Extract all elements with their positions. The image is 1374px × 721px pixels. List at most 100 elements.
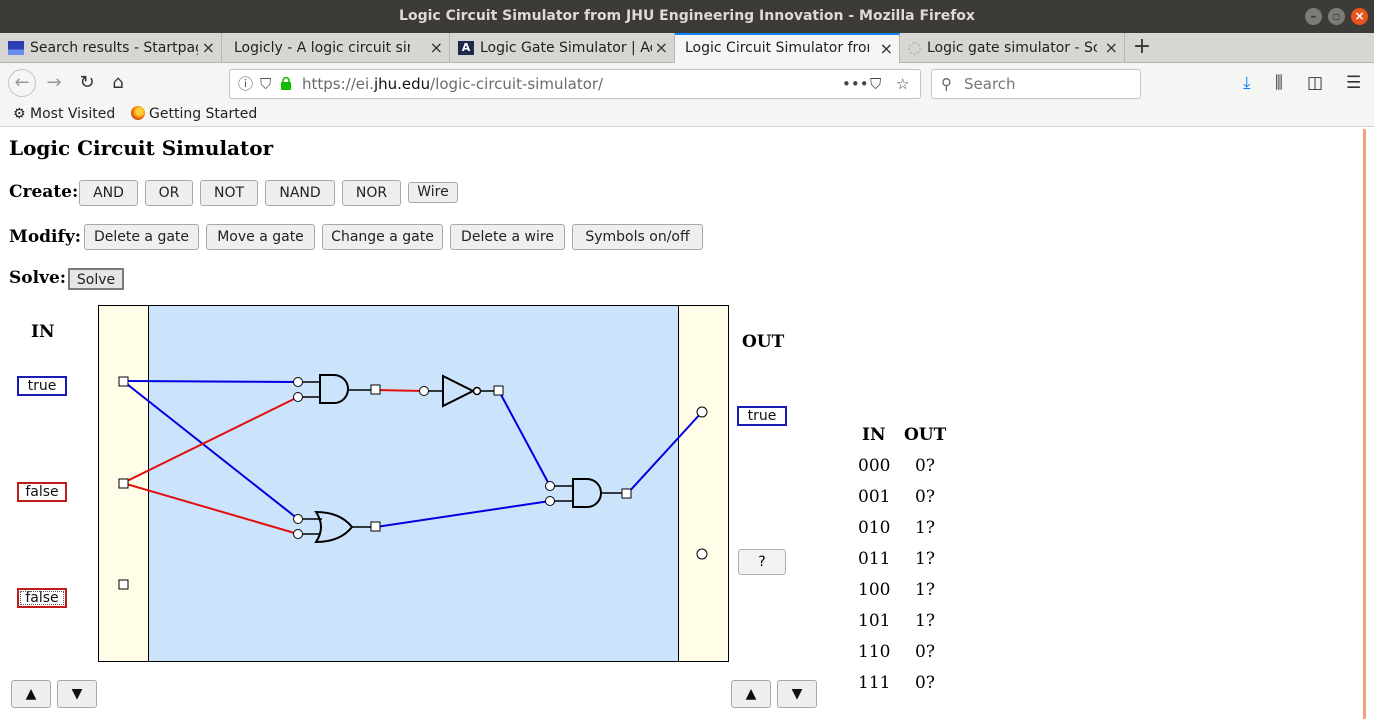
close-tab-icon[interactable]: × [880, 35, 893, 62]
wire[interactable] [375, 389, 425, 392]
truth-table-input: 100 [858, 580, 891, 600]
bookmark-most-visited[interactable]: ⚙ Most Visited [13, 106, 115, 122]
tab-logicly[interactable]: Logicly - A logic circuit simul × [222, 33, 450, 63]
truth-table-output: 1? [915, 580, 935, 600]
maximize-icon[interactable]: ▫ [1328, 8, 1345, 25]
truth-table-output: 0? [915, 642, 935, 662]
search-icon: ⚲ [941, 75, 952, 93]
gear-icon: ⚙ [13, 106, 26, 122]
circuit-canvas[interactable] [98, 305, 729, 662]
info-icon[interactable]: ⓘ [238, 70, 253, 98]
sidebar-icon[interactable]: ◫ [1307, 72, 1323, 94]
tab-logic-gate-simulator[interactable]: Logic gate simulator - Sc × [900, 33, 1125, 63]
truth-table-input: 001 [858, 487, 891, 507]
bookmark-star-icon[interactable]: ☆ [896, 70, 909, 98]
move-gate-button[interactable]: Move a gate [206, 224, 315, 250]
close-tab-icon[interactable]: × [202, 33, 215, 63]
modify-label: Modify: [9, 227, 81, 247]
lock-icon [281, 77, 291, 90]
input-1-value[interactable]: true [17, 376, 67, 396]
close-window-icon[interactable]: × [1351, 8, 1368, 25]
bookmark-getting-started[interactable]: Getting Started [131, 106, 257, 122]
delete-gate-button[interactable]: Delete a gate [84, 224, 199, 250]
input-pin[interactable] [118, 376, 129, 387]
in-header: IN [31, 322, 55, 342]
input-2-value[interactable]: false [17, 482, 67, 502]
input-pin[interactable] [118, 478, 129, 489]
truth-table-input: 101 [858, 611, 891, 631]
truth-table-in-header: IN [862, 425, 886, 445]
not-button[interactable]: NOT [200, 180, 258, 206]
page-actions-icon[interactable]: ••• [842, 70, 869, 98]
nor-button[interactable]: NOR [342, 180, 401, 206]
inputs-down-button[interactable]: ▼ [57, 680, 97, 708]
url-bar[interactable]: ⓘ ⛉ https://ei.jhu.edu/logic-circuit-sim… [229, 69, 921, 99]
search-input[interactable]: ⚲ Search [931, 69, 1141, 99]
spinner-icon [908, 41, 921, 55]
truth-table-input: 010 [858, 518, 891, 538]
page-title: Logic Circuit Simulator [9, 136, 274, 160]
inputs-up-button[interactable]: ▲ [11, 680, 51, 708]
create-label: Create: [9, 182, 79, 202]
truth-table-out-header: OUT [904, 425, 947, 445]
page-content: Logic Circuit Simulator Create: AND OR N… [0, 127, 1360, 721]
delete-wire-button[interactable]: Delete a wire [450, 224, 565, 250]
scrollbar[interactable] [1360, 127, 1374, 721]
pocket-icon[interactable]: ⛉ [870, 70, 881, 98]
back-button[interactable]: ← [8, 69, 36, 97]
academo-icon: A [458, 41, 474, 55]
or-button[interactable]: OR [145, 180, 193, 206]
shield-icon[interactable]: ⛉ [260, 70, 271, 98]
change-gate-button[interactable]: Change a gate [322, 224, 443, 250]
symbols-toggle-button[interactable]: Symbols on/off [572, 224, 703, 250]
tab-logic-circuit-simulator[interactable]: Logic Circuit Simulator from × [675, 33, 900, 63]
window-title: Logic Circuit Simulator from JHU Enginee… [399, 8, 975, 24]
navigation-bar: ← → ↻ ⌂ ⓘ ⛉ https://ei.jhu.edu/logic-cir… [0, 63, 1374, 103]
menu-icon[interactable]: ☰ [1346, 72, 1361, 94]
wire[interactable] [122, 380, 299, 383]
truth-table-output: 0? [915, 456, 935, 476]
input-pin[interactable] [118, 579, 129, 590]
home-button[interactable]: ⌂ [106, 71, 130, 95]
close-tab-icon[interactable]: × [655, 33, 668, 63]
truth-table-input: 110 [858, 642, 891, 662]
minimize-icon[interactable]: – [1305, 8, 1322, 25]
truth-table-output: 1? [915, 549, 935, 569]
download-icon[interactable]: ⤓ [1243, 72, 1251, 94]
and-button[interactable]: AND [79, 180, 138, 206]
outputs-up-button[interactable]: ▲ [731, 680, 771, 708]
outputs-down-button[interactable]: ▼ [777, 680, 817, 708]
scrollbar-thumb[interactable] [1363, 129, 1366, 719]
output-pin[interactable] [696, 406, 708, 418]
out-header: OUT [742, 332, 785, 352]
truth-table-input: 111 [858, 673, 891, 693]
wire-button[interactable]: Wire [408, 182, 458, 203]
tab-bar: Search results - Startpage × Logicly - A… [0, 33, 1374, 63]
output-2-value[interactable]: ? [738, 549, 786, 575]
input-3-value[interactable]: false [17, 588, 67, 608]
window-controls: – ▫ × [1305, 8, 1368, 25]
truth-table-output: 1? [915, 611, 935, 631]
window-titlebar: Logic Circuit Simulator from JHU Enginee… [0, 0, 1374, 33]
library-icon[interactable]: ⫼ [1275, 72, 1283, 94]
solve-label: Solve: [9, 268, 67, 288]
truth-table-input: 000 [858, 456, 891, 476]
close-tab-icon[interactable]: × [1105, 33, 1118, 63]
tab-academo[interactable]: A Logic Gate Simulator | Ac × [450, 33, 675, 63]
tab-startpage[interactable]: Search results - Startpage × [0, 33, 222, 63]
bookmarks-toolbar: ⚙ Most Visited Getting Started [0, 103, 1374, 127]
output-pin[interactable] [696, 548, 708, 560]
solve-button[interactable]: Solve [68, 268, 124, 290]
output-1-value: true [737, 406, 787, 426]
reload-button[interactable]: ↻ [75, 71, 99, 95]
forward-button[interactable]: → [42, 71, 66, 95]
new-tab-button[interactable]: + [1130, 33, 1154, 63]
startpage-icon [8, 41, 24, 55]
nand-button[interactable]: NAND [265, 180, 335, 206]
truth-table-input: 011 [858, 549, 891, 569]
url-text: https://ei.jhu.edu/logic-circuit-simulat… [302, 75, 604, 93]
close-tab-icon[interactable]: × [430, 33, 443, 63]
truth-table-output: 1? [915, 518, 935, 538]
truth-table-output: 0? [915, 487, 935, 507]
firefox-icon [131, 106, 145, 120]
